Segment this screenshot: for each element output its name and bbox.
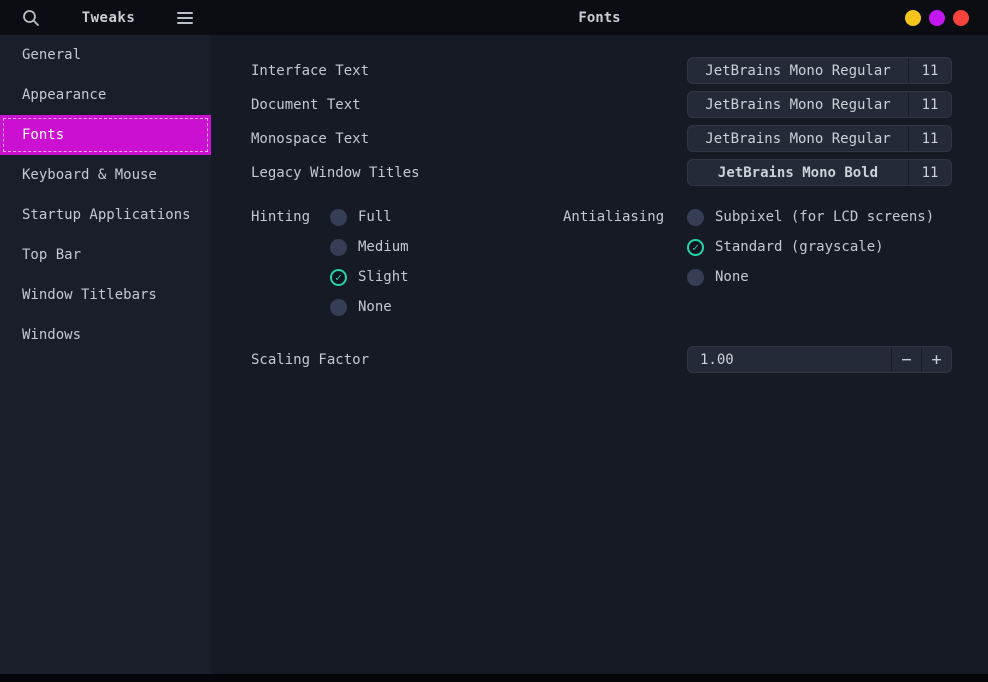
radio-checked-icon[interactable]: ✓: [687, 239, 704, 256]
check-icon: ✓: [335, 272, 342, 283]
font-settings-rows: Interface Text JetBrains Mono Regular 11…: [251, 57, 952, 193]
interface-text-label: Interface Text: [251, 63, 369, 79]
sidebar-item-fonts[interactable]: Fonts: [0, 115, 211, 155]
hinting-option-medium[interactable]: ✓ Medium: [330, 232, 409, 262]
titlebar: Tweaks Fonts: [0, 0, 988, 35]
document-text-row: Document Text JetBrains Mono Regular 11: [251, 91, 952, 118]
hamburger-icon: [177, 12, 193, 24]
hinting-group: Hinting ✓ Full ✓ Medium ✓ Slight ✓ None: [251, 202, 409, 322]
legacy-window-titles-row: Legacy Window Titles JetBrains Mono Bold…: [251, 159, 952, 186]
check-icon: ✓: [692, 242, 699, 253]
monospace-text-label: Monospace Text: [251, 131, 369, 147]
antialiasing-option-subpixel[interactable]: ✓ Subpixel (for LCD screens): [687, 202, 934, 232]
document-text-label: Document Text: [251, 97, 361, 113]
antialiasing-option-standard[interactable]: ✓ Standard (grayscale): [687, 232, 934, 262]
radio-icon[interactable]: ✓: [330, 209, 347, 226]
close-button[interactable]: [953, 10, 969, 26]
hinting-options: ✓ Full ✓ Medium ✓ Slight ✓ None: [330, 202, 409, 322]
option-label: Slight: [358, 269, 409, 285]
antialiasing-option-none[interactable]: ✓ None: [687, 262, 934, 292]
page-title: Fonts: [211, 0, 988, 35]
search-icon: [22, 9, 40, 27]
scaling-factor-spinbox: 1.00 − +: [687, 346, 952, 373]
option-label: None: [358, 299, 392, 315]
antialiasing-label: Antialiasing: [563, 202, 687, 292]
monospace-text-row: Monospace Text JetBrains Mono Regular 11: [251, 125, 952, 152]
sidebar-item-appearance[interactable]: Appearance: [0, 75, 211, 115]
hinting-option-slight[interactable]: ✓ Slight: [330, 262, 409, 292]
option-label: Subpixel (for LCD screens): [715, 209, 934, 225]
sidebar-item-windows[interactable]: Windows: [0, 315, 211, 355]
tweaks-window: Tweaks Fonts General Appearance Fonts Ke…: [0, 0, 988, 674]
sidebar-item-window-titlebars[interactable]: Window Titlebars: [0, 275, 211, 315]
radio-icon[interactable]: ✓: [687, 209, 704, 226]
decrease-scaling-button[interactable]: −: [892, 347, 921, 372]
font-size-value: 11: [909, 92, 951, 117]
scaling-factor-value[interactable]: 1.00: [688, 347, 891, 372]
window-controls: [905, 0, 969, 35]
radio-checked-icon[interactable]: ✓: [330, 269, 347, 286]
sidebar-item-startup-applications[interactable]: Startup Applications: [0, 195, 211, 235]
hinting-label: Hinting: [251, 202, 330, 322]
legacy-window-titles-label: Legacy Window Titles: [251, 165, 420, 181]
sidebar-item-top-bar[interactable]: Top Bar: [0, 235, 211, 275]
option-label: Standard (grayscale): [715, 239, 884, 255]
option-label: Medium: [358, 239, 409, 255]
scaling-factor-label: Scaling Factor: [251, 352, 369, 368]
hinting-option-full[interactable]: ✓ Full: [330, 202, 409, 232]
app-title: Tweaks: [82, 10, 136, 26]
radio-icon[interactable]: ✓: [330, 299, 347, 316]
interface-text-row: Interface Text JetBrains Mono Regular 11: [251, 57, 952, 84]
monospace-text-font-button[interactable]: JetBrains Mono Regular 11: [687, 125, 952, 152]
font-name-value: JetBrains Mono Regular: [688, 126, 908, 151]
radio-icon[interactable]: ✓: [687, 269, 704, 286]
font-name-value: JetBrains Mono Bold: [688, 160, 908, 185]
antialiasing-group: Antialiasing ✓ Subpixel (for LCD screens…: [563, 202, 934, 292]
titlebar-left-section: Tweaks: [0, 0, 211, 35]
fonts-page: Interface Text JetBrains Mono Regular 11…: [211, 35, 988, 674]
search-button[interactable]: [22, 9, 40, 27]
maximize-button[interactable]: [929, 10, 945, 26]
sidebar: General Appearance Fonts Keyboard & Mous…: [0, 35, 211, 674]
option-label: Full: [358, 209, 392, 225]
legacy-window-titles-font-button[interactable]: JetBrains Mono Bold 11: [687, 159, 952, 186]
font-size-value: 11: [909, 160, 951, 185]
primary-menu-button[interactable]: [177, 12, 193, 24]
hinting-option-none[interactable]: ✓ None: [330, 292, 409, 322]
increase-scaling-button[interactable]: +: [922, 347, 951, 372]
antialiasing-options: ✓ Subpixel (for LCD screens) ✓ Standard …: [687, 202, 934, 292]
minimize-button[interactable]: [905, 10, 921, 26]
font-name-value: JetBrains Mono Regular: [688, 92, 908, 117]
font-size-value: 11: [909, 126, 951, 151]
radio-icon[interactable]: ✓: [330, 239, 347, 256]
sidebar-item-general[interactable]: General: [0, 35, 211, 75]
font-name-value: JetBrains Mono Regular: [688, 58, 908, 83]
sidebar-item-keyboard-mouse[interactable]: Keyboard & Mouse: [0, 155, 211, 195]
font-size-value: 11: [909, 58, 951, 83]
document-text-font-button[interactable]: JetBrains Mono Regular 11: [687, 91, 952, 118]
scaling-factor-row: Scaling Factor 1.00 − +: [251, 346, 952, 373]
option-label: None: [715, 269, 749, 285]
interface-text-font-button[interactable]: JetBrains Mono Regular 11: [687, 57, 952, 84]
